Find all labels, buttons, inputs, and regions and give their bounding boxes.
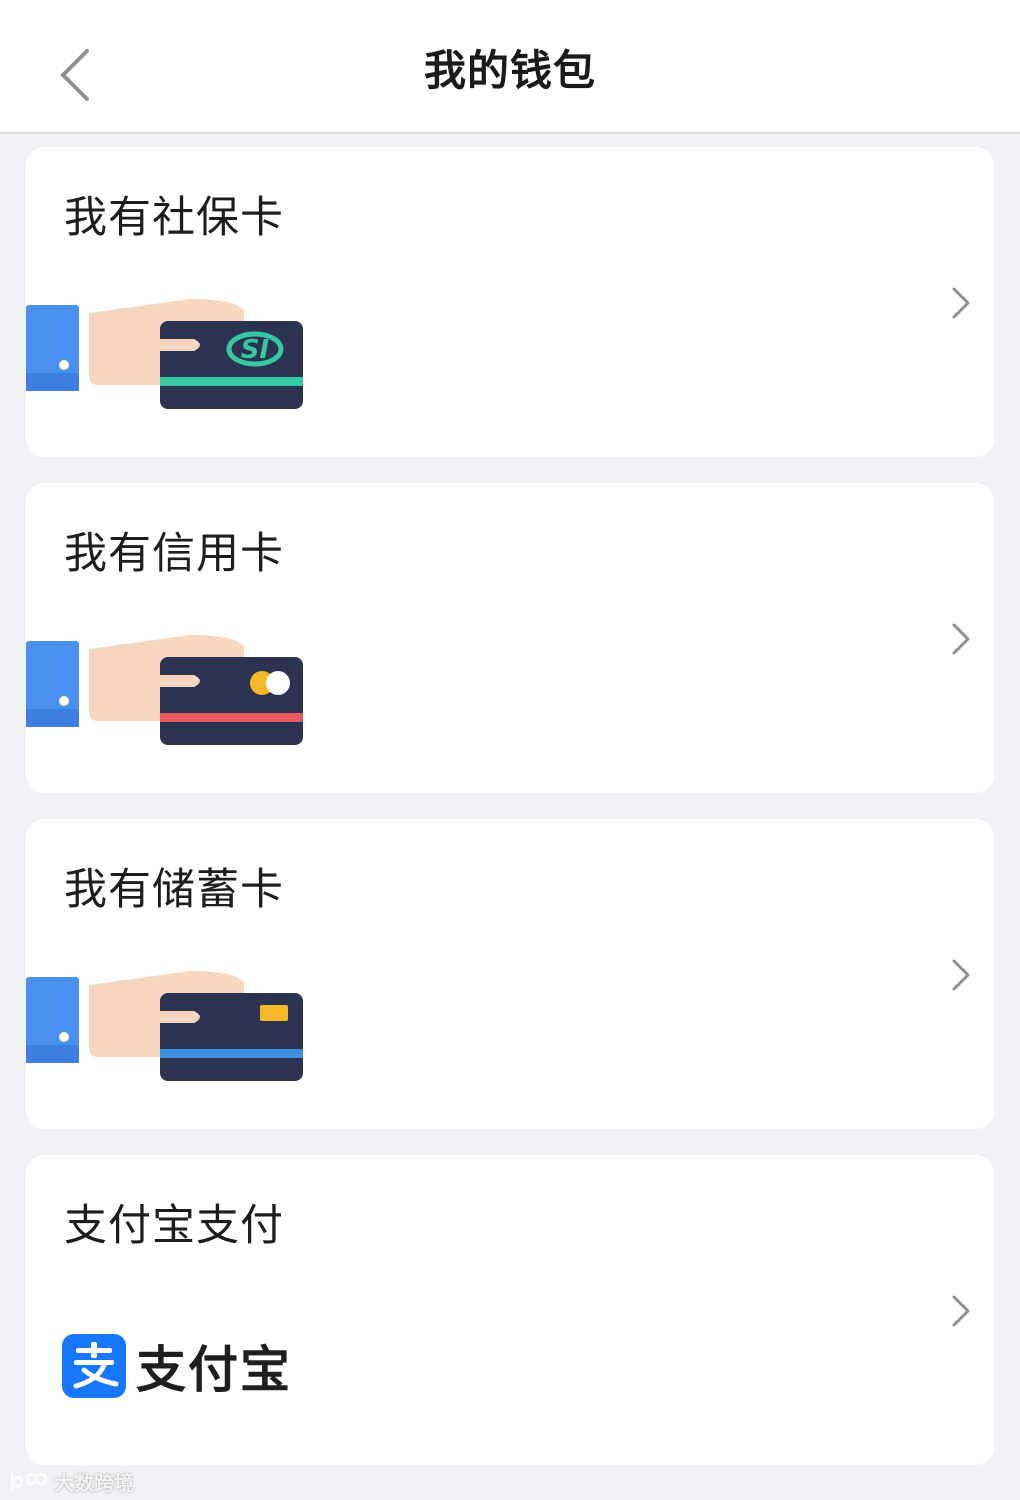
social-security-card-illustration: SI bbox=[26, 299, 303, 409]
debit-card-illustration bbox=[26, 971, 303, 1081]
card-title: 我有储蓄卡 bbox=[64, 865, 284, 915]
alipay-icon bbox=[62, 1334, 126, 1398]
social-security-badge: SI bbox=[241, 335, 270, 365]
alipay-wordmark: 支付宝 bbox=[136, 1341, 292, 1399]
watermark: 大数跨境 bbox=[8, 1467, 134, 1496]
navigation-bar: 我的钱包 bbox=[0, 0, 1020, 134]
card-title: 我有信用卡 bbox=[64, 529, 284, 579]
credit-card-illustration bbox=[26, 635, 303, 745]
chevron-right-icon bbox=[952, 623, 970, 655]
debit-card-item[interactable]: 我有储蓄卡 bbox=[26, 819, 994, 1129]
chevron-right-icon bbox=[952, 1295, 970, 1327]
alipay-item[interactable]: 支付宝支付 支付宝 bbox=[26, 1155, 994, 1465]
credit-card-item[interactable]: 我有信用卡 bbox=[26, 483, 994, 793]
social-security-card-item[interactable]: 我有社保卡 SI bbox=[26, 147, 994, 457]
watermark-text: 大数跨境 bbox=[54, 1471, 134, 1495]
watermark-logo-icon bbox=[10, 1472, 48, 1491]
card-title: 我有社保卡 bbox=[64, 193, 284, 243]
chevron-right-icon bbox=[952, 959, 970, 991]
wallet-page: 我的钱包 我有社保卡 SI 我有信用卡 我有储蓄卡 支付宝支付 支付宝 大数跨境 bbox=[0, 0, 1020, 1500]
page-title: 我的钱包 bbox=[423, 45, 596, 95]
card-title: 支付宝支付 bbox=[64, 1201, 284, 1251]
chevron-right-icon bbox=[952, 287, 970, 319]
alipay-logo: 支付宝 bbox=[62, 1330, 292, 1402]
